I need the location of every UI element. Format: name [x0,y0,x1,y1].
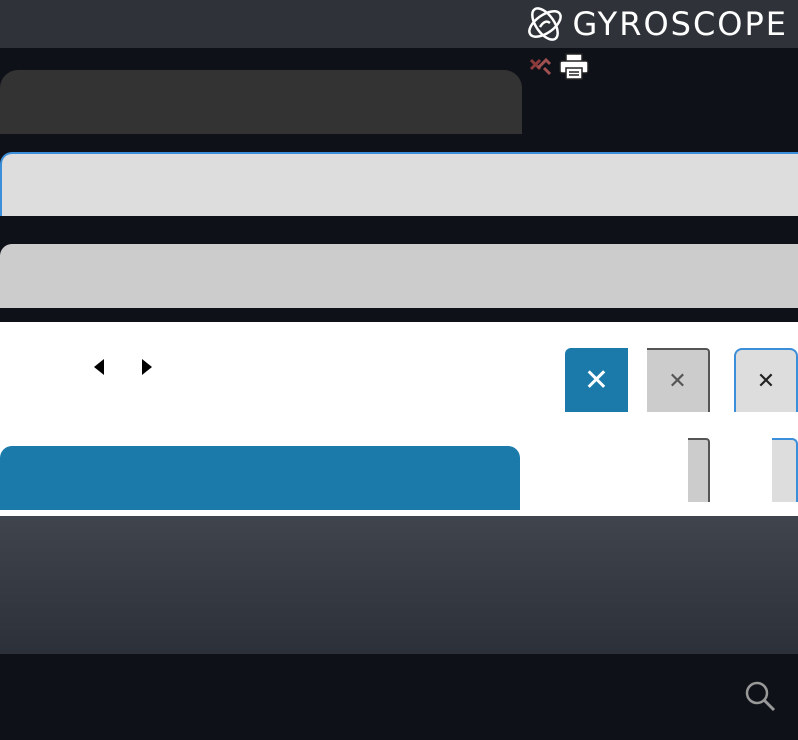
search-icon[interactable] [744,680,776,712]
brand-logo[interactable]: GYROSCOPE [524,4,788,44]
print-icon[interactable] [558,52,590,82]
close-button-light[interactable]: ✕ [734,348,798,412]
primary-bar[interactable] [0,446,520,510]
toolbar [528,52,590,82]
gradient-panel [0,516,798,654]
focused-input-bar[interactable] [0,152,798,216]
bottom-bar [0,654,798,740]
caret-right-icon[interactable] [136,354,156,380]
gray-swatch[interactable] [688,438,710,502]
dark-panel [0,70,522,134]
close-button-gray[interactable]: ✕ [647,348,710,412]
gyroscope-logo-icon [528,7,563,41]
close-red-icon[interactable] [528,52,552,82]
brand-name: GYROSCOPE [572,5,788,43]
close-button-primary[interactable]: ✕ [565,348,628,412]
light-swatch[interactable] [772,438,798,502]
light-input-bar[interactable] [0,244,798,308]
caret-left-icon[interactable] [90,354,110,380]
top-bar: GYROSCOPE [0,0,798,48]
